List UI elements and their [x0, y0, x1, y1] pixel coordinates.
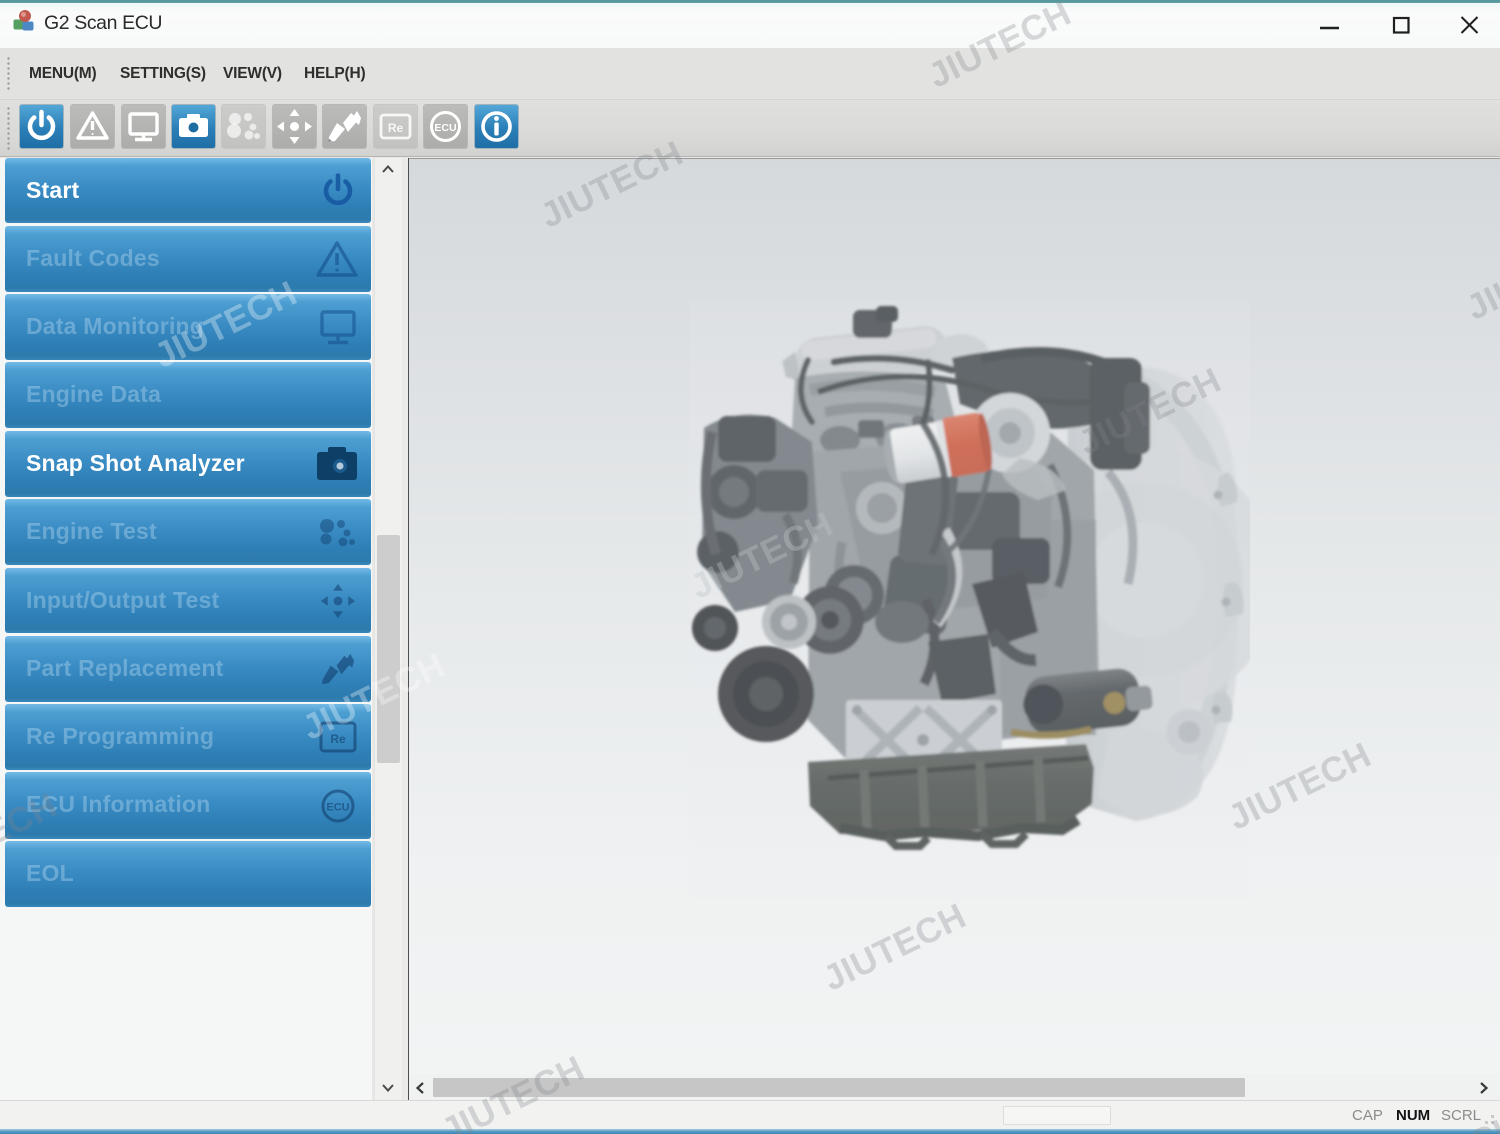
svg-text:Re: Re — [330, 732, 346, 746]
svg-text:ECU: ECU — [326, 801, 349, 813]
svg-text:ECU: ECU — [434, 122, 456, 134]
svg-text:Re: Re — [388, 121, 404, 135]
